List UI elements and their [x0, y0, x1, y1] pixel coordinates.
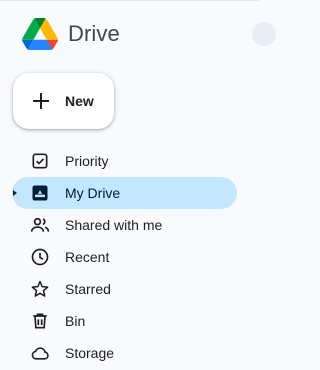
sidebar-item-label: Priority — [65, 153, 109, 169]
clock-icon — [30, 247, 50, 267]
new-button[interactable]: New — [13, 73, 114, 129]
new-button-label: New — [65, 93, 94, 109]
cloud-icon — [30, 343, 50, 363]
sidebar-item-storage[interactable]: Storage — [0, 337, 259, 369]
sidebar-item-label: Bin — [65, 313, 86, 329]
people-icon — [30, 215, 50, 235]
sidebar-item-shared-with-me[interactable]: Shared with me — [0, 209, 259, 241]
plus-icon — [29, 89, 53, 113]
google-drive-logo-icon — [22, 18, 58, 50]
sidebar-item-bin[interactable]: Bin — [0, 305, 259, 337]
app-name: Drive — [68, 21, 120, 46]
drive-home-link[interactable]: Drive — [22, 16, 120, 52]
expand-arrow-icon[interactable] — [13, 190, 17, 196]
sidebar-item-recent[interactable]: Recent — [0, 241, 259, 273]
trash-icon — [30, 311, 50, 331]
top-divider — [0, 0, 259, 1]
search-bar-edge[interactable] — [252, 22, 276, 46]
star-icon — [30, 279, 50, 299]
sidebar-item-label: Shared with me — [65, 217, 163, 233]
sidebar-item-priority[interactable]: Priority — [0, 145, 259, 177]
my-drive-icon — [30, 183, 50, 203]
sidebar-item-label: Recent — [65, 249, 110, 265]
sidebar-item-my-drive[interactable]: My Drive — [0, 177, 259, 209]
sidebar-item-label: Starred — [65, 281, 111, 297]
priority-check-icon — [30, 151, 50, 171]
sidebar-item-starred[interactable]: Starred — [0, 273, 259, 305]
sidebar-item-label: Storage — [65, 345, 115, 361]
sidebar-item-label: My Drive — [65, 185, 121, 201]
sidebar-nav: Priority My Drive Shared with me Recent … — [0, 145, 259, 369]
